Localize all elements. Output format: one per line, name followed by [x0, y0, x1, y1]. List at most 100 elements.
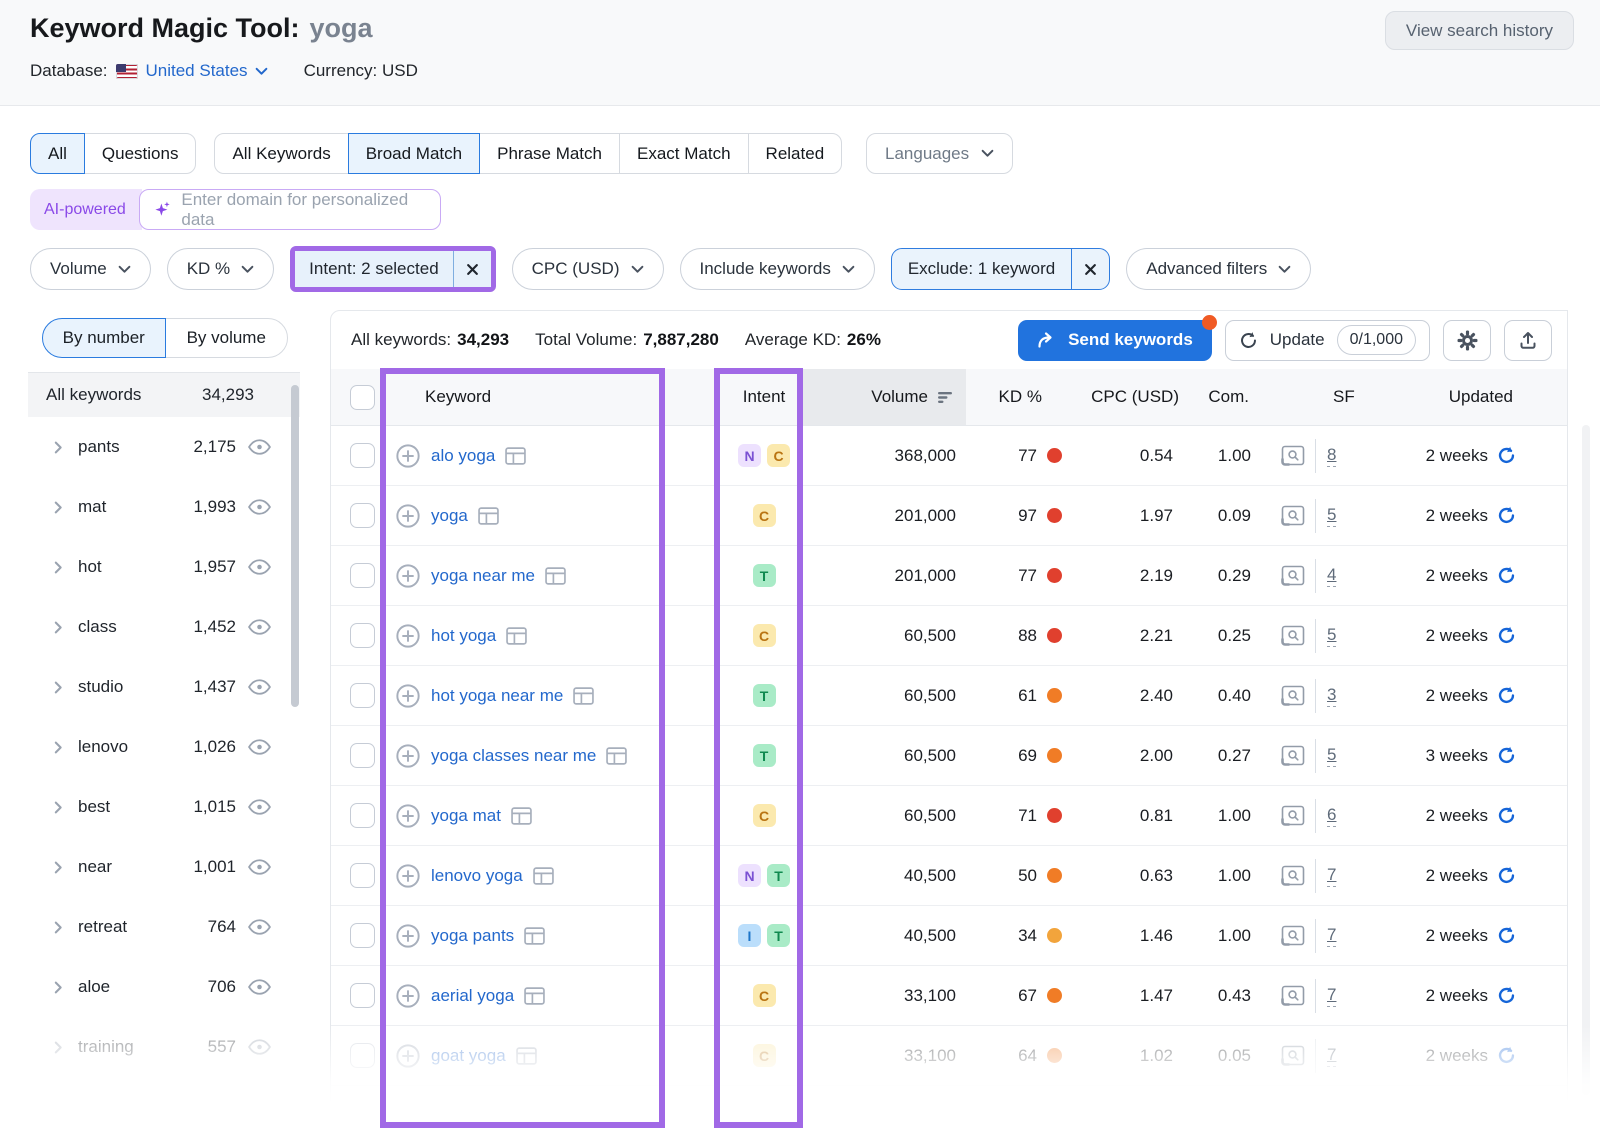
tab-related[interactable]: Related — [748, 133, 843, 174]
add-keyword-icon[interactable] — [395, 743, 421, 769]
column-header-com[interactable]: Com. — [1193, 369, 1271, 425]
row-checkbox[interactable] — [350, 563, 375, 588]
refresh-keyword-icon[interactable] — [1497, 806, 1516, 825]
row-checkbox[interactable] — [350, 743, 375, 768]
settings-button[interactable] — [1443, 320, 1491, 361]
eye-icon[interactable] — [247, 858, 272, 876]
update-button[interactable]: Update 0/1,000 — [1225, 320, 1430, 361]
row-checkbox[interactable] — [350, 1043, 375, 1068]
keyword-group-item[interactable]: lenovo 1,026 — [28, 717, 300, 777]
clear-exclude-filter-icon[interactable] — [1072, 249, 1109, 289]
eye-icon[interactable] — [247, 678, 272, 696]
eye-icon[interactable] — [247, 1038, 272, 1056]
chevron-right-icon[interactable] — [54, 501, 63, 514]
add-keyword-icon[interactable] — [395, 1043, 421, 1069]
refresh-keyword-icon[interactable] — [1497, 1046, 1516, 1065]
serp-features-icon[interactable] — [516, 1047, 537, 1065]
refresh-keyword-icon[interactable] — [1497, 566, 1516, 585]
column-header-kd[interactable]: KD % — [966, 369, 1076, 425]
keyword-group-item[interactable]: training 557 — [28, 1017, 300, 1077]
domain-input[interactable]: Enter domain for personalized data — [139, 189, 441, 230]
keyword-link[interactable]: hot yoga — [431, 626, 496, 646]
sf-value[interactable]: 7 — [1327, 985, 1336, 1007]
keyword-link[interactable]: yoga pants — [431, 926, 514, 946]
serp-preview-icon[interactable] — [1281, 505, 1305, 526]
sidebar-scrollbar[interactable] — [291, 385, 299, 707]
serp-features-icon[interactable] — [506, 627, 527, 645]
row-checkbox[interactable] — [350, 443, 375, 468]
sf-value[interactable]: 5 — [1327, 505, 1336, 527]
sf-value[interactable]: 3 — [1327, 685, 1336, 707]
tab-broad-match[interactable]: Broad Match — [348, 133, 480, 174]
serp-preview-icon[interactable] — [1281, 625, 1305, 646]
tab-questions[interactable]: Questions — [84, 133, 197, 174]
keyword-link[interactable]: aerial yoga — [431, 986, 514, 1006]
sf-value[interactable]: 6 — [1327, 805, 1336, 827]
eye-icon[interactable] — [247, 438, 272, 456]
chevron-right-icon[interactable] — [54, 561, 63, 574]
tab-all-keywords[interactable]: All Keywords — [214, 133, 348, 174]
serp-preview-icon[interactable] — [1281, 1045, 1305, 1066]
kd-filter[interactable]: KD % — [167, 248, 274, 290]
keyword-group-item[interactable]: retreat 764 — [28, 897, 300, 957]
advanced-filters[interactable]: Advanced filters — [1126, 248, 1311, 290]
chevron-right-icon[interactable] — [54, 861, 63, 874]
cpc-filter[interactable]: CPC (USD) — [512, 248, 664, 290]
serp-features-icon[interactable] — [511, 807, 532, 825]
refresh-keyword-icon[interactable] — [1497, 626, 1516, 645]
chevron-right-icon[interactable] — [54, 441, 63, 454]
keyword-link[interactable]: alo yoga — [431, 446, 495, 466]
chevron-right-icon[interactable] — [54, 921, 63, 934]
serp-preview-icon[interactable] — [1281, 745, 1305, 766]
column-header-keyword[interactable]: Keyword — [379, 369, 709, 425]
refresh-keyword-icon[interactable] — [1497, 926, 1516, 945]
serp-preview-icon[interactable] — [1281, 985, 1305, 1006]
chevron-right-icon[interactable] — [54, 981, 63, 994]
column-header-sf[interactable]: SF — [1271, 369, 1366, 425]
row-checkbox[interactable] — [350, 923, 375, 948]
sf-value[interactable]: 5 — [1327, 745, 1336, 767]
keyword-group-item[interactable]: pants 2,175 — [28, 417, 300, 477]
eye-icon[interactable] — [247, 738, 272, 756]
add-keyword-icon[interactable] — [395, 683, 421, 709]
row-checkbox[interactable] — [350, 803, 375, 828]
row-checkbox[interactable] — [350, 623, 375, 648]
serp-features-icon[interactable] — [545, 567, 566, 585]
column-header-intent[interactable]: Intent — [709, 369, 799, 425]
keyword-group-item[interactable]: best 1,015 — [28, 777, 300, 837]
languages-dropdown[interactable]: Languages — [866, 133, 1013, 174]
add-keyword-icon[interactable] — [395, 623, 421, 649]
eye-icon[interactable] — [247, 798, 272, 816]
row-checkbox[interactable] — [350, 683, 375, 708]
chevron-right-icon[interactable] — [54, 741, 63, 754]
tab-all[interactable]: All — [30, 133, 85, 174]
exclude-keywords-filter[interactable]: Exclude: 1 keyword — [891, 248, 1110, 290]
table-scrollbar[interactable] — [1582, 425, 1590, 1095]
row-checkbox[interactable] — [350, 983, 375, 1008]
keyword-link[interactable]: yoga mat — [431, 806, 501, 826]
sf-value[interactable]: 5 — [1327, 625, 1336, 647]
select-all-checkbox[interactable] — [350, 385, 375, 410]
refresh-keyword-icon[interactable] — [1497, 506, 1516, 525]
column-header-cpc[interactable]: CPC (USD) — [1076, 369, 1193, 425]
send-keywords-button[interactable]: Send keywords — [1018, 320, 1212, 361]
chevron-right-icon[interactable] — [54, 801, 63, 814]
serp-preview-icon[interactable] — [1281, 925, 1305, 946]
keyword-group-item[interactable]: hot 1,957 — [28, 537, 300, 597]
serp-preview-icon[interactable] — [1281, 565, 1305, 586]
eye-icon[interactable] — [247, 558, 272, 576]
column-header-updated[interactable]: Updated — [1366, 369, 1569, 425]
intent-filter[interactable]: Intent: 2 selected — [295, 251, 490, 287]
sf-value[interactable]: 8 — [1327, 445, 1336, 467]
keyword-link[interactable]: yoga near me — [431, 566, 535, 586]
eye-icon[interactable] — [247, 978, 272, 996]
tab-exact-match[interactable]: Exact Match — [619, 133, 749, 174]
serp-features-icon[interactable] — [478, 507, 499, 525]
serp-features-icon[interactable] — [505, 447, 526, 465]
serp-preview-icon[interactable] — [1281, 685, 1305, 706]
eye-icon[interactable] — [247, 498, 272, 516]
include-keywords-filter[interactable]: Include keywords — [680, 248, 875, 290]
chevron-right-icon[interactable] — [54, 621, 63, 634]
add-keyword-icon[interactable] — [395, 923, 421, 949]
add-keyword-icon[interactable] — [395, 983, 421, 1009]
